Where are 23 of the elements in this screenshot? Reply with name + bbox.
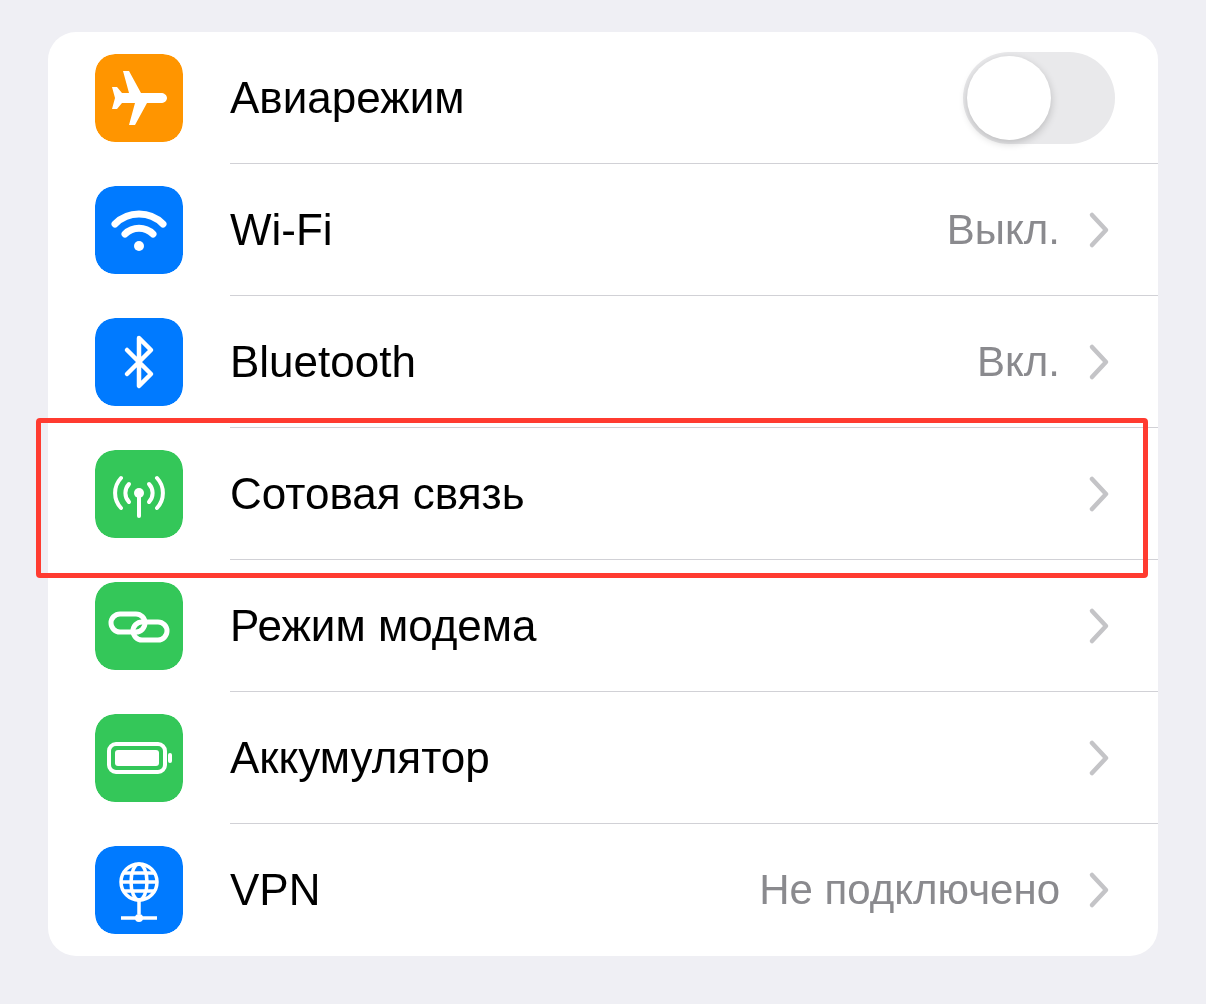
setting-label[interactable]: Сотовая связь [230, 468, 1060, 519]
setting-value: Не подключено [759, 866, 1060, 914]
chevron-icon [1088, 738, 1110, 777]
antenna-icon [95, 450, 183, 538]
airplane-icon [95, 54, 183, 142]
setting-value: Вкл. [976, 337, 1060, 386]
bluetooth-icon [95, 318, 183, 406]
setting-label[interactable]: Аккумулятор [230, 732, 1060, 783]
setting-label[interactable]: VPN [230, 865, 732, 915]
chevron-icon [1088, 606, 1110, 645]
chevron-icon [1088, 871, 1110, 909]
chevron-icon [1088, 474, 1110, 513]
setting-label[interactable]: Wi-Fi [230, 204, 919, 255]
setting-label[interactable]: Авиарежим [230, 72, 935, 123]
setting-label[interactable]: Bluetooth [230, 336, 949, 387]
setting-label[interactable]: Режим модема [230, 600, 1060, 651]
globe-icon [95, 846, 183, 934]
setting-value: Выкл. [946, 205, 1060, 254]
battery-icon [95, 714, 183, 802]
chevron-icon [1088, 210, 1110, 249]
link-icon [95, 582, 183, 670]
wifi-icon [95, 186, 183, 274]
chevron-icon [1088, 342, 1110, 381]
